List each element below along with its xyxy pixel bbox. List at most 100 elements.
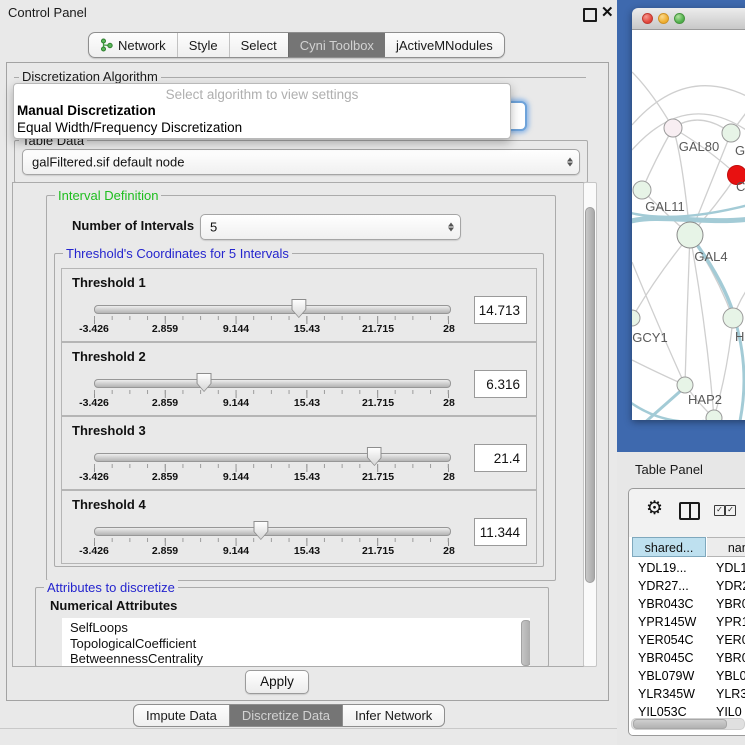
cell: YDR2 (716, 579, 745, 593)
network-window-titlebar (632, 8, 745, 30)
node[interactable] (722, 124, 740, 142)
gear-icon[interactable]: ⚙ (646, 497, 663, 520)
list-scrollbar[interactable] (521, 620, 529, 665)
table-row[interactable]: YDR27...YDR2 (629, 577, 745, 595)
minimize-traffic-light-icon[interactable] (658, 13, 669, 24)
algorithm-option-equal-width[interactable]: Equal Width/Frequency Discretization (17, 120, 242, 135)
threshold-2-label: Threshold 2 (72, 349, 146, 364)
main-scrollbar[interactable] (583, 182, 597, 667)
node[interactable] (723, 308, 743, 328)
node-gal11[interactable] (633, 181, 651, 199)
node-hap2[interactable] (677, 377, 693, 393)
list-item[interactable]: TopologicalCoefficient (62, 636, 530, 652)
main-scrollbar-thumb[interactable] (585, 207, 595, 583)
node-gal4[interactable] (677, 222, 703, 248)
threshold-coordinates-label: Threshold's Coordinates for 5 Intervals (63, 246, 292, 261)
tab-network-label: Network (118, 38, 166, 53)
numerical-attributes-list: SelfLoops TopologicalCoefficient Between… (62, 618, 530, 667)
checkbox-icon[interactable]: ✓ (714, 505, 725, 516)
slider-track[interactable] (94, 453, 451, 462)
tick-label: 9.144 (223, 545, 249, 557)
right-area: GAL80 GA C GAL11 GAL4 GCY1 H HAP2 Table (617, 0, 745, 745)
tab-jactivemnodules[interactable]: jActiveMNodules (385, 33, 504, 57)
checkbox-icon[interactable]: ✓ (725, 505, 736, 516)
table-horizontal-scrollbar-thumb[interactable] (633, 719, 727, 729)
tick-label: 2.859 (152, 323, 178, 335)
table-horizontal-scrollbar[interactable] (631, 718, 745, 730)
tab-network[interactable]: Network (89, 33, 177, 57)
discretization-group-label: Discretization Algorithm (19, 69, 161, 84)
network-canvas[interactable]: GAL80 GA C GAL11 GAL4 GCY1 H HAP2 (632, 30, 745, 420)
table-row[interactable]: YBL079WYBL0 (629, 667, 745, 685)
tick-label: 15.43 (294, 323, 320, 335)
cell: YBR0 (716, 651, 745, 665)
network-graph: GAL80 GA C GAL11 GAL4 GCY1 H HAP2 (632, 30, 745, 420)
tab-style[interactable]: Style (177, 33, 229, 57)
columns-icon[interactable] (679, 502, 700, 520)
bottom-divider (0, 728, 617, 729)
table-row[interactable]: YBR043CYBR0 (629, 595, 745, 613)
control-panel-tabbar: Network Style Select Cyni Toolbox jActiv… (88, 32, 505, 58)
tab-impute-data[interactable]: Impute Data (134, 705, 229, 726)
threshold-2-value-field[interactable]: 6.316 (474, 370, 527, 398)
threshold-4-label: Threshold 4 (72, 497, 146, 512)
threshold-3-value-field[interactable]: 21.4 (474, 444, 527, 472)
tick-label: 9.144 (223, 397, 249, 409)
list-item[interactable]: SelfLoops (62, 620, 530, 636)
node-label: HAP2 (688, 392, 722, 407)
cell: YER054C (638, 633, 694, 647)
close-traffic-light-icon[interactable] (642, 13, 653, 24)
node-label: GCY1 (632, 330, 667, 345)
node-gcy1[interactable] (632, 310, 640, 326)
table-row[interactable]: YLR345WYLR3 (629, 685, 745, 703)
algorithm-placeholder-option[interactable]: Select algorithm to view settings (14, 87, 510, 102)
threshold-4-value-field[interactable]: 11.344 (474, 518, 527, 546)
threshold-1-panel: Threshold 1 -3.426 2.859 9.144 15.43 21.… (61, 268, 537, 342)
node[interactable] (706, 410, 722, 420)
table-row[interactable]: YER054CYER0 (629, 631, 745, 649)
tick-label: 15.43 (294, 397, 320, 409)
algorithm-dropdown-popup: Select algorithm to view settings Manual… (13, 83, 511, 139)
stepper-arrows-icon (448, 223, 454, 232)
number-of-intervals-combobox[interactable]: 5 (200, 214, 461, 240)
tab-cyni-toolbox[interactable]: Cyni Toolbox (288, 33, 385, 57)
numerical-attributes-heading: Numerical Attributes (50, 598, 177, 613)
table-panel-box: ⚙ ✓ ✓ shared... name YDL19...YDL1 YDR27.… (628, 488, 745, 736)
tick-label: 28 (443, 397, 455, 409)
tick-label: 9.144 (223, 471, 249, 483)
algorithm-option-manual[interactable]: Manual Discretization (17, 103, 156, 118)
tab-select-label: Select (241, 38, 277, 53)
cell: YBR045C (638, 651, 694, 665)
slider-track[interactable] (94, 379, 451, 388)
tab-jactivemnodules-label: jActiveMNodules (396, 38, 493, 53)
node-gal80[interactable] (664, 119, 682, 137)
table-data-combobox[interactable]: galFiltered.sif default node (22, 149, 580, 175)
interval-definition-group: Interval Definition Number of Intervals … (46, 195, 556, 581)
slider-track[interactable] (94, 305, 451, 314)
tick-label: -3.426 (79, 545, 109, 557)
slider-track[interactable] (94, 527, 451, 536)
cell: YIL053C (638, 705, 687, 719)
float-window-icon[interactable] (583, 8, 597, 22)
tab-discretize-data[interactable]: Discretize Data (229, 705, 342, 726)
threshold-1-value-field[interactable]: 14.713 (474, 296, 527, 324)
column-header-name[interactable]: name (707, 537, 745, 557)
table-row[interactable]: YDL19...YDL1 (629, 559, 745, 577)
tab-infer-network[interactable]: Infer Network (342, 705, 444, 726)
table-row[interactable]: YBR045C YBR0 (629, 649, 745, 667)
threshold-2-panel: Threshold 2 -3.426 2.859 9.144 15.43 21.… (61, 342, 537, 416)
table-row[interactable]: YPR145WYPR1 (629, 613, 745, 631)
number-of-intervals-value: 5 (210, 220, 217, 235)
tick-label: -3.426 (79, 397, 109, 409)
tab-select[interactable]: Select (229, 33, 288, 57)
zoom-traffic-light-icon[interactable] (674, 13, 685, 24)
close-icon[interactable]: ✕ (601, 3, 614, 21)
tab-infer-network-label: Infer Network (355, 708, 432, 723)
list-item[interactable]: BetweennessCentrality (62, 651, 530, 667)
table-panel-title: Table Panel (635, 462, 703, 477)
apply-button[interactable]: Apply (245, 670, 309, 694)
node-label: C (736, 179, 745, 194)
tick-label: 21.715 (362, 323, 394, 335)
cell: YPR145W (638, 615, 696, 629)
column-header-shared-name[interactable]: shared... (632, 537, 706, 557)
